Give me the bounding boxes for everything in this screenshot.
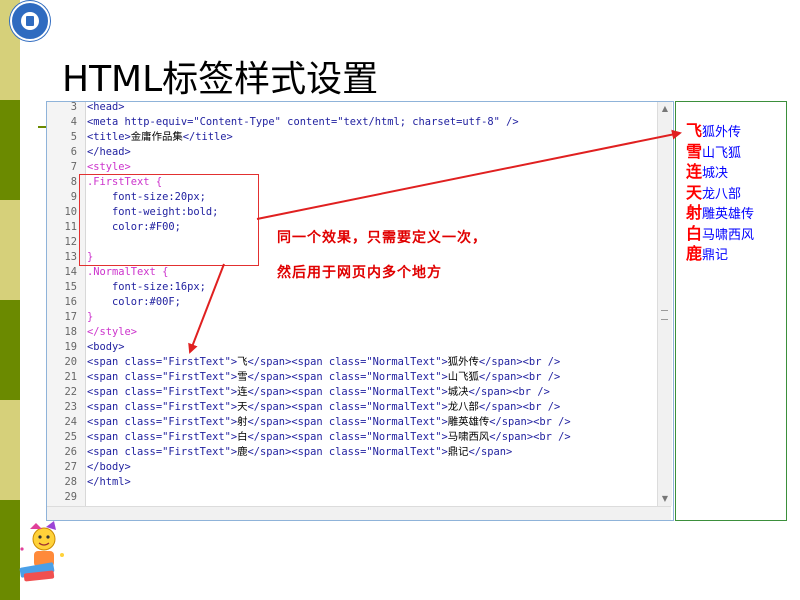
arrow-to-code-line <box>188 263 225 354</box>
cartoon-mascot-icon <box>19 521 64 582</box>
arrow-to-preview <box>256 129 682 220</box>
annotation-arrows <box>188 129 682 354</box>
